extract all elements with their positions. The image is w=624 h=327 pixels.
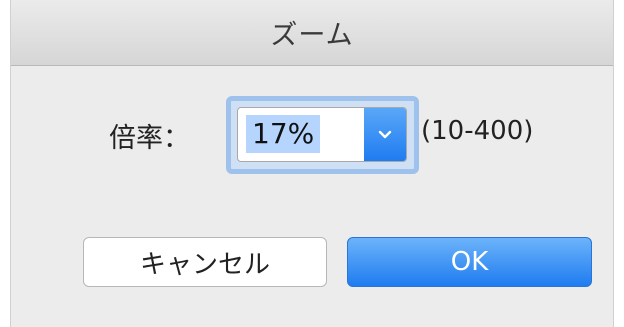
zoom-row: 倍率： 17% (10-400) [11, 96, 613, 176]
cancel-button[interactable]: キャンセル [83, 237, 327, 287]
zoom-label: 倍率： [109, 123, 190, 154]
zoom-range-hint: (10-400) [421, 116, 534, 146]
zoom-dialog: ズーム 倍率： 17% (10-400) キャンセル OK [10, 0, 614, 327]
ok-button[interactable]: OK [347, 237, 592, 287]
chevron-down-icon [378, 130, 392, 138]
zoom-dropdown-button[interactable] [364, 108, 406, 161]
dialog-title: ズーム [270, 20, 354, 51]
zoom-value-input[interactable]: 17% [246, 115, 321, 153]
title-bar[interactable]: ズーム [11, 0, 613, 66]
zoom-combobox[interactable]: 17% [237, 107, 407, 162]
